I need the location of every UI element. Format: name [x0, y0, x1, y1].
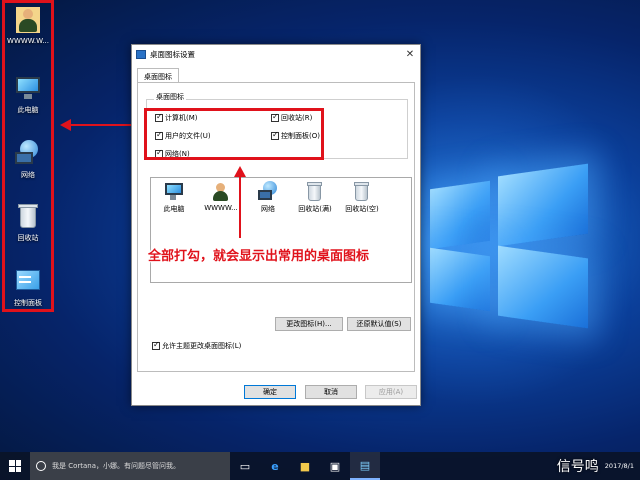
checkbox-label: 允许主题更改桌面图标(L)	[162, 342, 242, 350]
recycle-bin-icon	[14, 203, 42, 229]
user-folder-icon	[14, 7, 42, 33]
file-explorer-icon[interactable]: ■	[290, 452, 320, 480]
allow-themes-checkbox[interactable]: 允许主题更改桌面图标(L)	[152, 340, 242, 351]
desktop-icon-network[interactable]: 网络	[5, 140, 51, 180]
ok-button[interactable]: 确定	[244, 385, 296, 399]
icon-list[interactable]: 此电脑 WWWW... 网络 回收站(满) 回收站(空)	[150, 177, 412, 283]
icon-list-item-user[interactable]: WWWW...	[201, 181, 241, 212]
restore-default-button[interactable]: 还原默认值(S)	[347, 317, 411, 331]
start-button[interactable]	[0, 452, 30, 480]
network-icon	[14, 140, 42, 166]
windows-wallpaper-logo	[410, 150, 610, 340]
icon-list-item-recycle-empty[interactable]: 回收站(空)	[342, 181, 382, 214]
checkbox-box[interactable]	[152, 340, 160, 350]
control-panel-taskbar-icon[interactable]: ▤	[350, 452, 380, 480]
desktop-icon-recycle-bin[interactable]: 回收站	[5, 203, 51, 243]
annotation-arrow-left	[60, 119, 142, 131]
icon-list-label: 网络	[261, 205, 275, 213]
recycle-bin-full-icon	[304, 181, 326, 201]
desktop-icon-label: 控制面板	[14, 299, 42, 307]
taskbar: 我是 Cortana，小娜。有问题尽管问我。 ▭ e ■ ▣ ▤ 信号鸣 201…	[0, 452, 640, 480]
desktop-icons-highlight: WWWW.W... 此电脑 网络 回收站 控制面板	[2, 0, 54, 312]
system-tray: 信号鸣 2017/8/1	[557, 452, 634, 480]
dialog-title: 桌面图标设置	[150, 49, 195, 59]
store-icon[interactable]: ▣	[320, 452, 350, 480]
computer-icon	[14, 75, 42, 101]
cancel-button[interactable]: 取消	[305, 385, 357, 399]
user-folder-icon	[210, 181, 232, 201]
control-panel-icon	[14, 268, 42, 294]
dialog-app-icon	[136, 49, 146, 59]
recycle-bin-empty-icon	[351, 181, 373, 201]
annotation-highlight-box	[144, 108, 324, 160]
windows-logo-icon	[9, 460, 21, 472]
watermark: 信号鸣	[556, 459, 599, 475]
search-placeholder: 我是 Cortana，小娜。有问题尽管问我。	[52, 462, 181, 470]
close-icon[interactable]: ✕	[400, 49, 420, 60]
icon-list-label: WWWW...	[204, 204, 238, 212]
desktop-icon-settings-dialog: 桌面图标设置 ✕ 桌面图标 桌面图标 计算机(M) 回收站(R) 用户的文件(U…	[131, 44, 421, 406]
computer-icon	[163, 181, 185, 201]
clock[interactable]: 2017/8/1	[605, 462, 634, 471]
edge-browser-icon[interactable]: e	[260, 452, 290, 480]
desktop-icon-label: 回收站	[17, 234, 39, 242]
icon-list-item-this-pc[interactable]: 此电脑	[154, 181, 194, 214]
annotation-caption: 全部打勾，就会显示出常用的桌面图标	[148, 249, 370, 264]
task-view-icon[interactable]: ▭	[230, 452, 260, 480]
clock-date: 2017/8/1	[604, 461, 634, 470]
icon-list-label: 回收站(满)	[298, 205, 332, 213]
apply-button[interactable]: 应用(A)	[365, 385, 417, 399]
icon-list-item-network[interactable]: 网络	[248, 181, 288, 214]
icon-list-label: 此电脑	[163, 205, 185, 213]
icon-list-label: 回收站(空)	[345, 205, 379, 213]
group-title: 桌面图标	[154, 92, 186, 102]
desktop-icon-label: WWWW.W...	[7, 37, 49, 45]
desktop-icon-label: 网络	[21, 171, 35, 179]
cortana-icon	[36, 461, 46, 471]
network-icon	[257, 181, 279, 201]
icon-list-item-recycle-full[interactable]: 回收站(满)	[295, 181, 335, 214]
desktop-icon-control-panel[interactable]: 控制面板	[5, 268, 51, 308]
desktop-icon-label: 此电脑	[17, 106, 39, 114]
desktop-icon-user[interactable]: WWWW.W...	[5, 7, 51, 45]
cortana-search-box[interactable]: 我是 Cortana，小娜。有问题尽管问我。	[30, 452, 230, 480]
dialog-titlebar[interactable]: 桌面图标设置 ✕	[132, 45, 420, 63]
desktop-icon-this-pc[interactable]: 此电脑	[5, 75, 51, 115]
change-icon-button[interactable]: 更改图标(H)...	[275, 317, 343, 331]
annotation-arrow-up	[234, 166, 246, 238]
